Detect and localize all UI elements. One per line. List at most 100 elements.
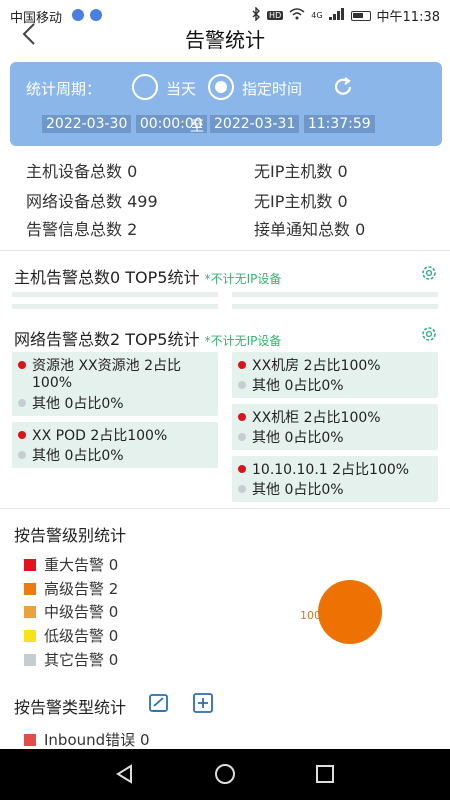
gray-dot-icon [238, 381, 246, 389]
network-stat-card[interactable]: XX机房 2占比100% 其他 0占比0% [232, 352, 438, 398]
radio-custom-time-label[interactable]: 指定时间 [242, 78, 302, 99]
circle-home-icon [215, 764, 235, 784]
red-dot-icon [238, 361, 246, 369]
host-settings-button[interactable] [420, 264, 438, 282]
network-alarm-note: *不计无IP设备 [204, 334, 282, 348]
battery-icon [350, 10, 371, 21]
level-item[interactable]: 低级告警 0 [24, 626, 118, 646]
square-recents-icon [316, 765, 334, 783]
ticket-notify-total: 接单通知总数 0 [254, 220, 366, 239]
page-title: 告警统计 [185, 28, 265, 52]
card-main-row: XX POD 2占比100% [18, 428, 167, 445]
gear-icon [422, 327, 436, 341]
type-swatch [24, 733, 36, 746]
end-date[interactable]: 2022-03-31 [210, 115, 300, 133]
home-nav-button[interactable] [214, 763, 236, 785]
start-datetime[interactable]: 2022-03-30 00:00:00 [42, 115, 207, 133]
card-main-text: 资源池 XX资源池 2占比100% [32, 358, 181, 391]
host-placeholder-bar [232, 304, 438, 309]
end-time[interactable]: 11:37:59 [303, 115, 375, 133]
card-main-text: 10.10.10.1 2占比100% [252, 462, 410, 478]
gray-dot-icon [238, 433, 246, 441]
card-main-row: 10.10.10.1 2占比100% [238, 462, 409, 479]
level-item[interactable]: 重大告警 0 [24, 555, 118, 575]
network-type: 4G [311, 11, 323, 20]
host-alarm-title: 主机告警总数0 TOP5统计 [14, 268, 200, 287]
host-placeholder-bar [12, 304, 218, 309]
level-label: 高级告警 [44, 580, 105, 598]
card-main-row: 资源池 XX资源池 2占比100% [18, 358, 214, 392]
hd-badge: HD [267, 11, 284, 20]
card-other-text: 其他 0占比0% [252, 430, 344, 446]
signal-icon [328, 7, 345, 24]
card-other-text: 其他 0占比0% [32, 448, 124, 464]
card-other-text: 其他 0占比0% [252, 482, 344, 498]
level-count: 2 [108, 580, 119, 598]
wifi-icon [289, 7, 305, 24]
network-settings-button[interactable] [420, 325, 438, 343]
divider [0, 508, 450, 509]
back-nav-button[interactable] [114, 763, 136, 785]
level-count: 0 [108, 603, 119, 621]
level-pie-chart[interactable] [318, 580, 382, 644]
gray-dot-icon [18, 399, 26, 407]
card-other-row: 其他 0占比0% [18, 396, 124, 413]
level-swatch [24, 653, 36, 666]
network-device-total: 网络设备总数 499 [26, 192, 158, 211]
level-swatch [24, 605, 36, 618]
network-stat-card[interactable]: XX POD 2占比100% 其他 0占比0% [12, 422, 218, 468]
bluetooth-icon [251, 5, 261, 25]
card-other-row: 其他 0占比0% [238, 430, 344, 447]
level-count: 0 [108, 627, 119, 645]
host-alarm-section-title: 主机告警总数0 TOP5统计 *不计无IP设备 [14, 264, 281, 288]
card-other-row: 其他 0占比0% [18, 448, 124, 465]
summary-panel: 主机设备总数 0 无IP主机数 0 网络设备总数 499 无IP主机数 0 告警… [0, 150, 450, 246]
network-stat-card[interactable]: XX机柜 2占比100% 其他 0占比0% [232, 404, 438, 450]
red-dot-icon [238, 465, 246, 473]
gear-icon [422, 266, 436, 280]
card-other-row: 其他 0占比0% [238, 378, 344, 395]
level-section-title: 按告警级别统计 [14, 526, 127, 545]
radio-today[interactable] [132, 74, 158, 100]
card-main-text: XX POD 2占比100% [32, 428, 168, 444]
add-button[interactable] [192, 692, 214, 714]
level-item[interactable]: 其它告警 0 [24, 650, 118, 670]
status-icons: HD 4G 中午11:38 [251, 5, 440, 25]
card-main-row: XX机柜 2占比100% [238, 410, 381, 427]
network-stat-card[interactable]: 10.10.10.1 2占比100% 其他 0占比0% [232, 456, 438, 502]
level-label: 重大告警 [44, 556, 105, 574]
start-date[interactable]: 2022-03-30 [42, 115, 132, 133]
type-label: Inbound错误 [44, 731, 136, 749]
card-main-text: XX机房 2占比100% [252, 358, 381, 374]
system-nav-bar [0, 749, 450, 800]
period-label: 统计周期： [26, 80, 102, 98]
refresh-button[interactable] [332, 76, 354, 98]
level-item[interactable]: 高级告警 2 [24, 579, 118, 599]
clock: 中午11:38 [376, 10, 440, 25]
network-stat-card[interactable]: 资源池 XX资源池 2占比100% 其他 0占比0% [12, 352, 218, 416]
edit-icon [149, 694, 168, 712]
notification-icon [72, 9, 84, 21]
divider [0, 250, 450, 251]
recents-nav-button[interactable] [314, 763, 336, 785]
host-alarm-note: *不计无IP设备 [204, 272, 282, 286]
red-dot-icon [238, 413, 246, 421]
radio-today-label[interactable]: 当天 [166, 78, 196, 99]
type-section-title: 按告警类型统计 [14, 698, 127, 717]
app-screen: 中国移动 HD 4G 中午11:38 告警统计 统计周期： 当天 指定时间 20… [0, 0, 450, 800]
card-other-row: 其他 0占比0% [238, 482, 344, 499]
edit-button[interactable] [148, 692, 170, 714]
level-swatch [24, 558, 36, 571]
type-item[interactable]: Inbound错误 0 [24, 730, 150, 750]
host-device-total: 主机设备总数 0 [26, 162, 138, 181]
level-item[interactable]: 中级告警 0 [24, 602, 118, 622]
card-main-row: XX机房 2占比100% [238, 358, 381, 375]
level-label: 其它告警 [44, 651, 105, 669]
alarm-info-total: 告警信息总数 2 [26, 220, 138, 239]
end-datetime[interactable]: 2022-03-31 11:37:59 [210, 115, 375, 133]
host-placeholder-bar [12, 292, 218, 297]
no-ip-host-count: 无IP主机数 0 [254, 162, 348, 181]
level-label: 低级告警 [44, 627, 105, 645]
level-label: 中级告警 [44, 603, 105, 621]
radio-custom-time[interactable] [208, 74, 234, 100]
